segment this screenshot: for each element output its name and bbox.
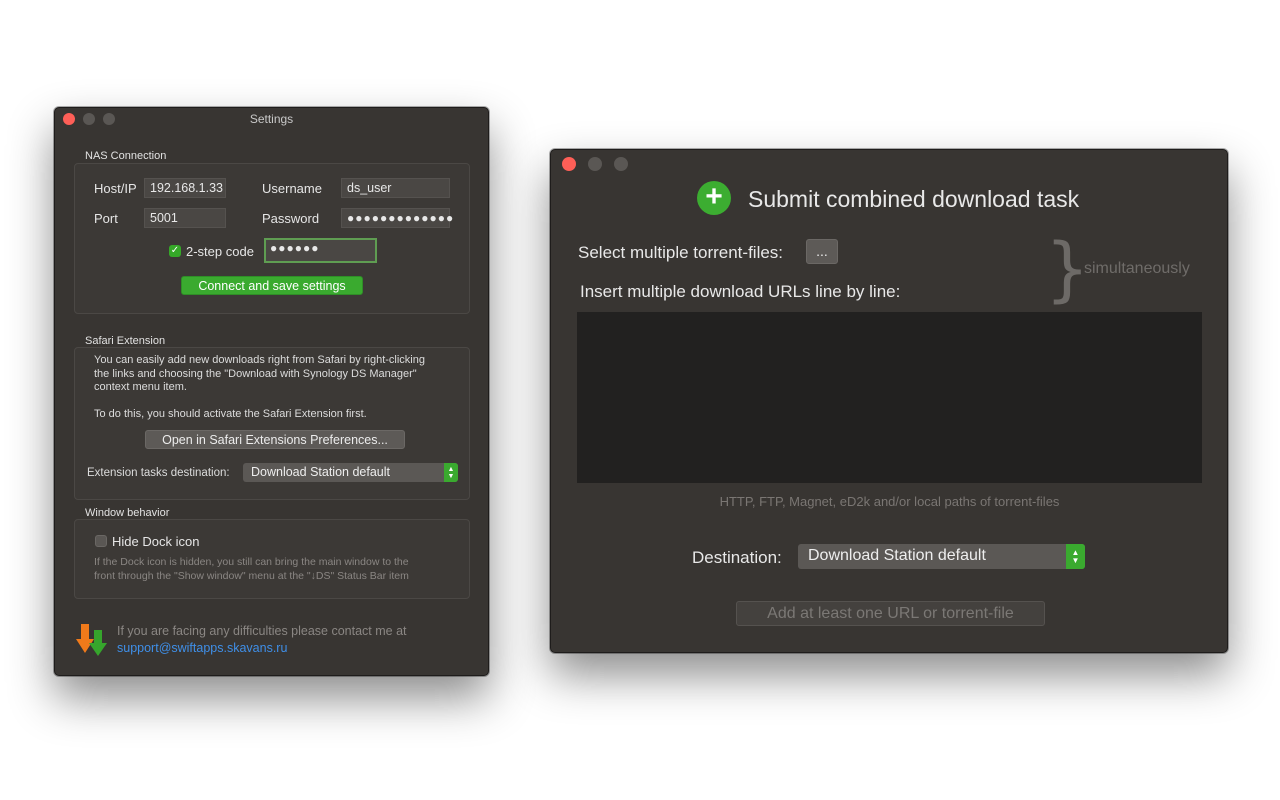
safari-description-3: context menu item.: [94, 381, 187, 393]
port-input[interactable]: 5001: [144, 208, 226, 228]
twostep-label: 2-step code: [186, 244, 254, 259]
host-input[interactable]: 192.168.1.33: [144, 178, 226, 198]
open-safari-prefs-button[interactable]: Open in Safari Extensions Preferences...: [145, 430, 405, 449]
urls-label: Insert multiple download URLs line by li…: [580, 282, 901, 301]
username-label: Username: [262, 181, 322, 196]
settings-window: Settings NAS Connection Host/IP 192.168.…: [54, 107, 489, 676]
password-label: Password: [262, 211, 320, 226]
nas-section-title: NAS Connection: [85, 150, 167, 162]
hide-dock-note-2: front through the "Show window" menu at …: [94, 570, 409, 582]
contact-text: If you are facing any difficulties pleas…: [117, 624, 407, 638]
window-behavior-section-title: Window behavior: [85, 507, 170, 519]
settings-window-title: Settings: [249, 112, 294, 126]
submit-titlebar[interactable]: [551, 150, 1227, 172]
safari-extension-box: You can easily add new downloads right f…: [74, 347, 470, 500]
destination-value: Download Station default: [808, 547, 986, 564]
simultaneously-label: simultaneously: [1084, 260, 1190, 277]
window-behavior-box: Hide Dock icon If the Dock icon is hidde…: [74, 519, 470, 599]
submit-window: + Submit combined download task Select m…: [550, 149, 1228, 653]
hide-dock-note-1: If the Dock icon is hidden, you still ca…: [94, 556, 409, 568]
password-input[interactable]: ●●●●●●●●●●●●●: [341, 208, 453, 228]
urls-hint: HTTP, FTP, Magnet, eD2k and/or local pat…: [719, 494, 1060, 509]
hide-dock-label: Hide Dock icon: [112, 534, 200, 549]
minimize-button[interactable]: [588, 157, 602, 171]
safari-activate-note: To do this, you should activate the Safa…: [94, 408, 367, 420]
safari-description-2: the links and choosing the "Download wit…: [94, 368, 417, 380]
torrent-files-label: Select multiple torrent-files:: [578, 243, 784, 262]
extension-destination-select[interactable]: Download Station default ▲ ▼: [243, 463, 458, 482]
destination-label: Destination:: [692, 548, 782, 567]
extension-destination-value: Download Station default: [251, 465, 390, 479]
zoom-button[interactable]: [614, 157, 628, 171]
window-controls: [562, 157, 628, 171]
close-button[interactable]: [562, 157, 576, 171]
submit-window-title: Submit combined download task: [748, 186, 1080, 212]
twostep-input[interactable]: ●●●●●●: [264, 238, 377, 263]
host-label: Host/IP: [94, 181, 137, 196]
add-task-button[interactable]: Add at least one URL or torrent-file: [736, 601, 1045, 626]
chevron-updown-icon: ▲ ▼: [444, 463, 458, 482]
browse-torrent-button[interactable]: ...: [806, 239, 838, 264]
nas-connection-box: Host/IP 192.168.1.33 Username ds_user Po…: [74, 163, 470, 314]
safari-section-title: Safari Extension: [85, 335, 166, 347]
support-email-link[interactable]: support@swiftapps.skavans.ru: [117, 641, 287, 656]
connect-save-button[interactable]: Connect and save settings: [181, 276, 363, 295]
username-input[interactable]: ds_user: [341, 178, 450, 198]
chevron-updown-icon: ▲ ▼: [1066, 544, 1085, 569]
destination-label: Extension tasks destination:: [87, 467, 230, 479]
settings-titlebar[interactable]: Settings: [55, 108, 488, 130]
urls-textarea[interactable]: [577, 312, 1202, 483]
port-label: Port: [94, 211, 118, 226]
twostep-checkbox[interactable]: ✓: [169, 245, 181, 257]
safari-description-1: You can easily add new downloads right f…: [94, 354, 425, 366]
brace-icon: }: [1045, 228, 1090, 310]
hide-dock-checkbox[interactable]: [95, 535, 107, 547]
plus-icon: +: [697, 181, 731, 215]
destination-select[interactable]: Download Station default ▲ ▼: [798, 544, 1085, 569]
app-logo-icon: [75, 622, 111, 658]
